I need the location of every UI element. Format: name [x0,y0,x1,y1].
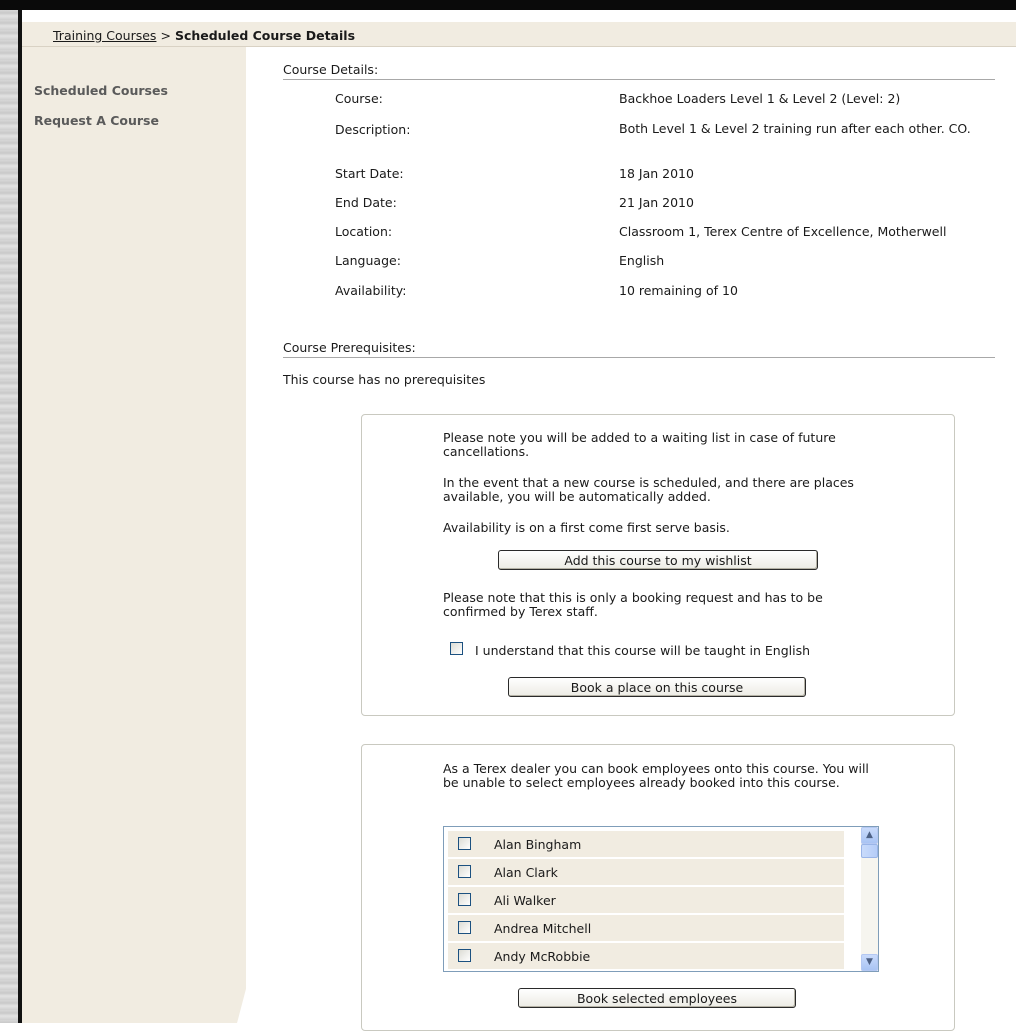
course-label: Course: [335,91,383,106]
breadcrumb: Training Courses > Scheduled Course Detail… [22,22,1016,47]
end-date-value: 21 Jan 2010 [619,195,694,210]
add-to-wishlist-button[interactable]: Add this course to my wishlist [498,550,818,570]
list-item[interactable]: Ali Walker [448,887,844,913]
new-course-note: In the event that a new course is schedu… [443,475,854,504]
location-value: Classroom 1, Terex Centre of Excellence,… [619,224,947,239]
prerequisites-text: This course has no prerequisites [283,372,486,387]
employee-checkbox[interactable] [458,837,471,850]
start-date-value: 18 Jan 2010 [619,166,694,181]
list-item[interactable]: Alan Bingham [448,831,844,857]
availability-label: Availability: [335,283,407,298]
booking-panel: Please note you will be added to a waiti… [361,414,955,716]
dealer-note: As a Terex dealer you can book employees… [443,761,869,790]
course-details-heading: Course Details: [283,62,995,80]
prerequisites-heading: Course Prerequisites: [283,340,995,358]
end-date-label: End Date: [335,195,397,210]
list-item[interactable]: Andy McRobbie [448,943,844,969]
language-label: Language: [335,253,401,268]
book-selected-employees-button[interactable]: Book selected employees [518,988,796,1008]
description-value: Both Level 1 & Level 2 training run afte… [619,121,971,136]
dealer-booking-panel: As a Terex dealer you can book employees… [361,744,955,1031]
availability-note: Availability is on a first come first se… [443,520,730,535]
location-label: Location: [335,224,393,239]
employee-checkbox[interactable] [458,865,471,878]
scroll-down-icon[interactable]: ▼ [861,954,878,971]
description-label: Description: [335,122,411,137]
listbox-scrollbar[interactable]: ▲ ▼ [861,827,878,971]
employee-listbox[interactable]: Alan Bingham Alan Clark Ali Walker Andre… [443,826,879,972]
language-confirm-label: I understand that this course will be ta… [475,643,811,658]
list-item[interactable]: Alan Clark [448,859,844,885]
course-value: Backhoe Loaders Level 1 & Level 2 (Level… [619,91,901,106]
booking-request-note: Please note that this is only a booking … [443,590,823,619]
sidebar: Scheduled Courses Request A Course [22,47,246,1023]
scrollbar-thumb[interactable] [861,844,878,858]
sidebar-item-scheduled-courses[interactable]: Scheduled Courses [34,83,168,98]
employee-checkbox[interactable] [458,921,471,934]
breadcrumb-link-training-courses[interactable]: Training Courses [53,28,156,43]
availability-value: 10 remaining of 10 [619,283,738,298]
employee-checkbox[interactable] [458,893,471,906]
language-confirm-checkbox[interactable] [450,642,463,655]
breadcrumb-separator: > [160,28,171,43]
sidebar-item-request-a-course[interactable]: Request A Course [34,113,159,128]
waiting-list-note: Please note you will be added to a waiti… [443,430,836,459]
scroll-up-icon[interactable]: ▲ [861,827,878,844]
employee-name: Andy McRobbie [494,949,591,964]
window-top-border [0,0,1016,10]
left-frame-edge [18,10,22,1023]
employee-name: Alan Bingham [494,837,582,852]
top-strip [22,10,1016,22]
employee-name: Alan Clark [494,865,558,880]
book-place-button[interactable]: Book a place on this course [508,677,806,697]
language-value: English [619,253,665,268]
breadcrumb-current-page: Scheduled Course Details [174,28,356,43]
start-date-label: Start Date: [335,166,404,181]
employee-name: Andrea Mitchell [494,921,592,936]
list-item[interactable]: Andrea Mitchell [448,915,844,941]
employee-name: Ali Walker [494,893,556,908]
employee-checkbox[interactable] [458,949,471,962]
